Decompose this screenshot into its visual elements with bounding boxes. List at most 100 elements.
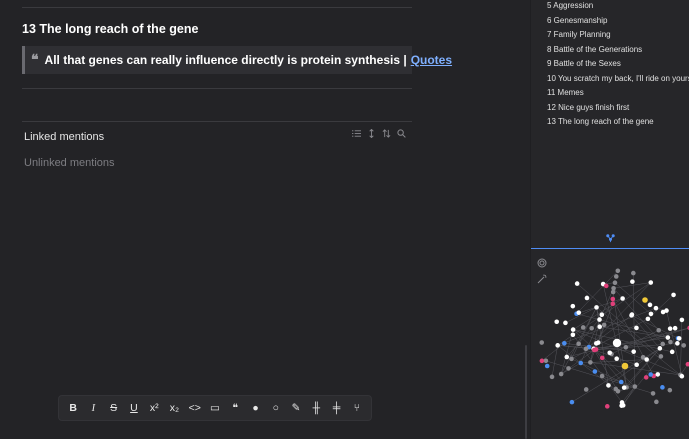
graph-node[interactable] <box>648 280 654 285</box>
graph-node[interactable] <box>668 339 673 345</box>
graph-node[interactable] <box>648 311 654 317</box>
graph-node[interactable] <box>648 372 653 377</box>
graph-link-button[interactable]: ⑂ <box>348 400 365 417</box>
graph-node[interactable] <box>594 341 599 346</box>
chapter-item[interactable]: 8 Battle of the Generations <box>547 43 689 58</box>
graph-node[interactable] <box>656 327 662 333</box>
graph-node[interactable] <box>667 326 673 331</box>
graph-node[interactable] <box>592 369 598 374</box>
graph-node[interactable] <box>653 305 659 311</box>
graph-node[interactable] <box>618 379 624 385</box>
chapter-item[interactable]: 5 Aggression <box>547 0 689 14</box>
graph-node[interactable] <box>685 361 689 367</box>
graph-node[interactable] <box>645 316 651 322</box>
graph-node[interactable] <box>657 346 663 351</box>
split-horizontal-button[interactable]: ╪ <box>328 400 345 417</box>
graph-node[interactable] <box>599 312 605 318</box>
graph-node[interactable] <box>623 344 629 350</box>
linked-mentions-heading[interactable]: Linked mentions <box>24 131 104 143</box>
chapter-item[interactable]: 11 Memes <box>547 86 689 101</box>
underline-button[interactable]: U <box>125 400 142 417</box>
search-icon[interactable] <box>397 129 406 138</box>
blockquote[interactable]: ❝ All that genes can really influence di… <box>22 46 452 74</box>
graph-node[interactable] <box>570 327 576 332</box>
graph-node[interactable] <box>664 308 669 313</box>
graph-node[interactable] <box>630 279 635 284</box>
graph-node[interactable] <box>570 303 576 309</box>
graph-node[interactable] <box>580 325 586 330</box>
graph-node[interactable] <box>599 355 605 361</box>
graph-node[interactable] <box>632 384 638 389</box>
chapter-item[interactable]: 6 Genesmanship <box>547 14 689 29</box>
graph-node[interactable] <box>554 319 560 325</box>
graph-node[interactable] <box>611 285 616 291</box>
graph-node[interactable] <box>570 332 576 338</box>
graph-node[interactable] <box>620 296 625 301</box>
codeblock-button[interactable]: ▭ <box>206 400 223 417</box>
chapter-item[interactable]: 7 Family Planning <box>547 28 689 43</box>
superscript-button[interactable]: x² <box>146 400 163 417</box>
graph-node[interactable] <box>612 280 618 286</box>
graph-node[interactable] <box>612 338 622 348</box>
graph-node[interactable] <box>643 375 649 380</box>
graph-node[interactable] <box>588 360 593 365</box>
graph-node[interactable] <box>613 274 619 279</box>
graph-node[interactable] <box>606 383 611 388</box>
graph-node[interactable] <box>679 317 685 323</box>
graph-node[interactable] <box>607 350 613 356</box>
subscript-button[interactable]: x₂ <box>166 400 183 417</box>
graph-node[interactable] <box>634 362 639 368</box>
graph-node[interactable] <box>671 292 676 298</box>
graph-node[interactable] <box>658 354 664 359</box>
graph-node[interactable] <box>644 357 649 362</box>
graph-node[interactable] <box>569 399 575 405</box>
graph-node[interactable] <box>610 301 616 307</box>
graph-node[interactable] <box>665 335 671 340</box>
quotes-link[interactable]: Quotes <box>411 53 452 67</box>
unlinked-mentions-heading[interactable]: Unlinked mentions <box>24 157 115 169</box>
graph-node[interactable] <box>578 360 584 366</box>
graph-node[interactable] <box>621 385 627 390</box>
tab-graph[interactable] <box>531 228 689 249</box>
graph-node[interactable] <box>660 341 666 347</box>
graph-node[interactable] <box>597 324 602 329</box>
graph-view[interactable] <box>531 250 689 439</box>
graph-node[interactable] <box>576 341 581 347</box>
graph-node[interactable] <box>655 372 661 377</box>
graph-node[interactable] <box>593 347 599 352</box>
graph-node[interactable] <box>629 312 635 317</box>
chapter-item[interactable]: 10 You scratch my back, I'll ride on you… <box>547 72 689 87</box>
sort-icon[interactable] <box>382 129 391 138</box>
graph-node[interactable] <box>583 346 589 352</box>
graph-node[interactable] <box>667 387 673 393</box>
graph-node[interactable] <box>679 373 685 379</box>
code-button[interactable]: <> <box>186 400 203 417</box>
graph-node[interactable] <box>555 343 560 348</box>
chapter-item[interactable]: 13 The long reach of the gene <box>547 115 689 130</box>
graph-node[interactable] <box>672 325 678 331</box>
graph-node[interactable] <box>544 363 550 369</box>
graph-node[interactable] <box>601 322 607 328</box>
quote-button[interactable]: ❝ <box>227 400 244 417</box>
graph-node[interactable] <box>584 295 590 301</box>
graph-node[interactable] <box>564 354 570 360</box>
graph-node[interactable] <box>562 341 567 346</box>
idea-outline-button[interactable]: ○ <box>267 400 284 417</box>
split-vertical-button[interactable]: ╫ <box>308 400 325 417</box>
graph-node[interactable] <box>634 325 639 331</box>
expand-icon[interactable] <box>367 129 376 138</box>
graph-node[interactable] <box>675 341 680 346</box>
graph-node[interactable] <box>610 296 616 302</box>
graph-node[interactable] <box>543 358 549 364</box>
graph-node[interactable] <box>631 349 636 354</box>
graph-node[interactable] <box>599 373 605 379</box>
chapter-item[interactable]: 12 Nice guys finish first <box>547 101 689 116</box>
graph-node[interactable] <box>574 281 580 286</box>
graph-node[interactable] <box>604 404 610 409</box>
graph-node[interactable] <box>613 386 619 392</box>
graph-node[interactable] <box>676 336 682 341</box>
graph-node[interactable] <box>647 302 653 308</box>
graph-node[interactable] <box>563 320 568 326</box>
graph-node[interactable] <box>597 317 602 322</box>
idea-filled-button[interactable]: ● <box>247 400 264 417</box>
